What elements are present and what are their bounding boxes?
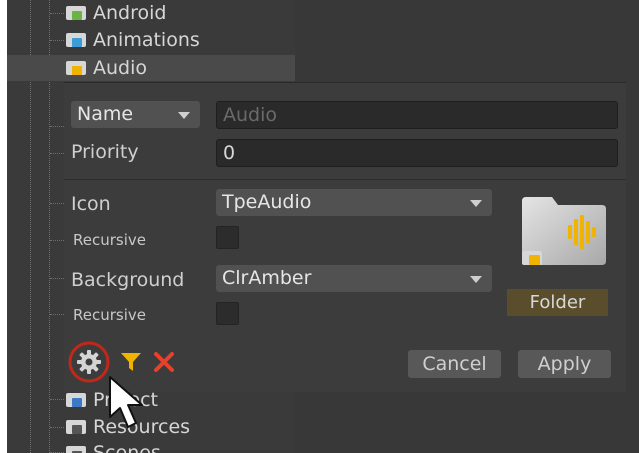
tree-connector — [50, 240, 64, 241]
background-dropdown[interactable]: ClrAmber — [216, 265, 492, 292]
name-mode-dropdown[interactable]: Name — [71, 101, 200, 128]
tree-connector — [50, 126, 64, 127]
chevron-down-icon — [470, 200, 482, 207]
tree-item-android[interactable]: Android — [66, 0, 166, 26]
background-dropdown-value: ClrAmber — [222, 267, 312, 289]
settings-gear-icon[interactable] — [67, 340, 111, 384]
icon-dropdown-value: TpeAudio — [222, 191, 312, 213]
filter-icon[interactable] — [119, 350, 143, 374]
tree-item-label: Scenes — [93, 442, 161, 453]
tree-connector — [50, 153, 64, 154]
tree-connector — [50, 13, 64, 14]
scenes-folder-icon — [66, 446, 86, 453]
tree-item-animations[interactable]: Animations — [66, 27, 200, 53]
background-recursive-checkbox[interactable] — [216, 302, 239, 325]
android-folder-icon — [66, 6, 86, 20]
tree-item-label: Audio — [93, 57, 148, 79]
folder-settings-panel: Name Audio Priority 0 Icon TpeAudio Recu… — [64, 82, 626, 392]
priority-input[interactable]: 0 — [216, 139, 618, 167]
tree-connector — [50, 278, 64, 279]
icon-recursive-checkbox[interactable] — [216, 226, 239, 249]
priority-label: Priority — [71, 141, 139, 163]
screenshot-area: Android Animations Audio Project Resourc… — [7, 0, 639, 453]
tree-item-label: Android — [93, 2, 167, 24]
resources-folder-icon — [66, 420, 86, 434]
name-mode-label: Name — [77, 103, 134, 125]
chevron-down-icon — [178, 112, 190, 119]
mouse-cursor-icon — [109, 376, 143, 428]
cancel-button[interactable]: Cancel — [408, 350, 501, 378]
tree-connector — [50, 314, 64, 315]
tree-connector — [50, 40, 64, 41]
chevron-down-icon — [470, 276, 482, 283]
folder-preview-icon — [522, 197, 606, 265]
tree-connector — [50, 203, 64, 204]
project-folder-icon — [66, 393, 86, 407]
background-recursive-label: Recursive — [73, 306, 146, 324]
tree-connector — [50, 399, 64, 400]
tree-item-scenes[interactable]: Scenes — [66, 440, 161, 453]
apply-button[interactable]: Apply — [518, 350, 611, 378]
divider — [64, 179, 626, 180]
icon-dropdown[interactable]: TpeAudio — [216, 189, 492, 216]
tree-item-label: Animations — [93, 29, 200, 51]
tree-connector — [50, 427, 64, 428]
icon-recursive-label: Recursive — [73, 231, 146, 249]
animations-folder-icon — [66, 33, 86, 47]
name-input[interactable]: Audio — [216, 101, 618, 129]
background-label: Background — [71, 269, 185, 291]
audio-folder-icon — [66, 61, 86, 75]
delete-x-icon[interactable] — [152, 350, 176, 374]
folder-preview-label: Folder — [507, 289, 608, 316]
icon-label: Icon — [71, 193, 111, 215]
tree-item-audio[interactable]: Audio — [7, 55, 295, 81]
